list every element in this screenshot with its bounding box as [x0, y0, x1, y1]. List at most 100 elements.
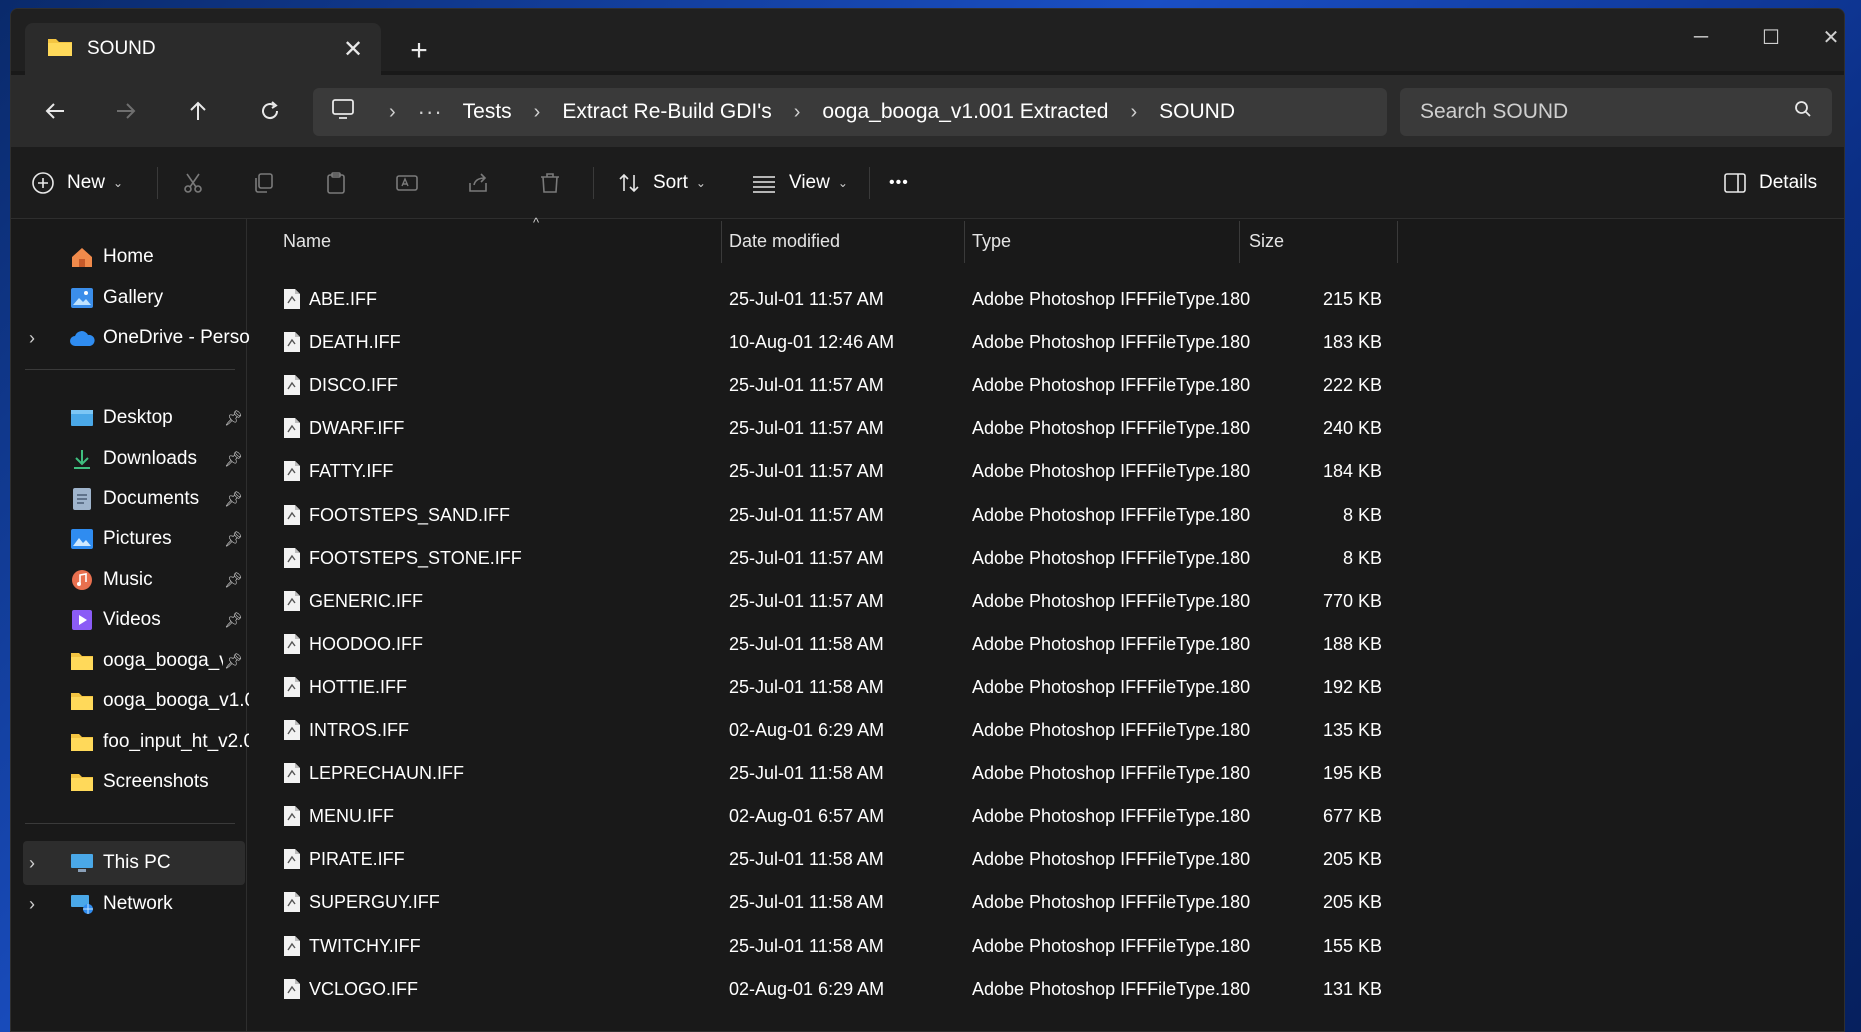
file-row[interactable]: TWITCHY.IFF 25-Jul-01 11:58 AM Adobe Photo… [249, 925, 1409, 968]
pin-icon[interactable]: 📌︎ [224, 571, 243, 589]
pin-icon[interactable]: 📌︎ [224, 490, 243, 508]
breadcrumb-item[interactable]: Tests [463, 100, 512, 124]
sidebar-item-desktop[interactable]: Desktop 📌︎ [23, 396, 245, 440]
music-icon [69, 567, 95, 593]
pin-icon[interactable]: 📌︎ [224, 611, 243, 629]
close-window-button[interactable]: ✕ [1796, 9, 1844, 65]
share-button[interactable] [466, 161, 490, 205]
rename-button[interactable] [395, 161, 419, 205]
search-icon[interactable] [1794, 100, 1812, 124]
file-size: 770 KB [1322, 590, 1382, 611]
file-icon [283, 288, 301, 315]
close-tab-icon[interactable]: ✕ [333, 29, 373, 69]
chevron-right-icon[interactable]: › [29, 894, 35, 915]
sidebar-item-music[interactable]: Music 📌︎ [23, 558, 245, 602]
sidebar-item-screenshots[interactable]: Screenshots [23, 760, 245, 804]
delete-button[interactable] [538, 161, 562, 205]
file-row[interactable]: DISCO.IFF 25-Jul-01 11:57 AM Adobe Photosh… [249, 364, 1409, 407]
back-button[interactable] [33, 89, 77, 133]
chevron-right-icon[interactable]: › [389, 101, 396, 124]
sidebar-item-gallery[interactable]: Gallery [23, 276, 245, 320]
chevron-right-icon[interactable]: › [794, 101, 801, 124]
file-row[interactable]: FATTY.IFF 25-Jul-01 11:57 AM Adobe Photosh… [249, 450, 1409, 493]
file-icon [283, 460, 301, 487]
file-row[interactable]: GENERIC.IFF 25-Jul-01 11:57 AM Adobe Photo… [249, 580, 1409, 623]
sidebar-item-videos[interactable]: Videos 📌︎ [23, 598, 245, 642]
this-pc-icon[interactable] [331, 98, 355, 126]
column-header-name[interactable]: Name ^ [283, 215, 703, 263]
clipboard-icon [327, 172, 345, 194]
file-row[interactable]: HOODOO.IFF 25-Jul-01 11:58 AM Adobe Photos… [249, 623, 1409, 666]
column-header-type[interactable]: Type [972, 219, 1232, 263]
details-pane-button[interactable]: Details [1723, 161, 1817, 205]
chevron-right-icon[interactable]: › [534, 101, 541, 124]
breadcrumb-item-current[interactable]: SOUND [1159, 100, 1235, 124]
column-header-size[interactable]: Size [1249, 219, 1369, 263]
file-row[interactable]: DEATH.IFF 10-Aug-01 12:46 AM Adobe Photosh… [249, 321, 1409, 364]
pin-icon[interactable]: 📌︎ [224, 652, 243, 670]
sidebar-item-documents[interactable]: Documents 📌︎ [23, 477, 245, 521]
pin-icon[interactable]: 📌︎ [224, 409, 243, 427]
pin-icon[interactable]: 📌︎ [224, 530, 243, 548]
file-row[interactable]: DWARF.IFF 25-Jul-01 11:57 AM Adobe Photosh… [249, 407, 1409, 450]
file-row[interactable]: FOOTSTEPS_STONE.IFF 25-Jul-01 11:57 AM Ado… [249, 537, 1409, 580]
file-icon [283, 504, 301, 531]
column-divider[interactable] [964, 221, 965, 263]
file-row[interactable]: MENU.IFF 02-Aug-01 6:57 AM Adobe Photoshop… [249, 795, 1409, 838]
sidebar-item-home[interactable]: Home [23, 235, 245, 279]
refresh-button[interactable] [248, 89, 292, 133]
file-name: VCLOGO.IFF [309, 978, 419, 999]
file-row[interactable]: HOTTIE.IFF 25-Jul-01 11:58 AM Adobe Photos… [249, 666, 1409, 709]
sort-label: Sort [653, 172, 688, 193]
new-button[interactable]: New ⌄ [31, 161, 123, 205]
file-row[interactable]: LEPRECHAUN.IFF 25-Jul-01 11:58 AM Adobe Ph… [249, 752, 1409, 795]
breadcrumb-item[interactable]: Extract Re-Build GDI's [562, 100, 771, 124]
column-divider[interactable] [721, 221, 722, 263]
pin-icon[interactable]: 📌︎ [224, 450, 243, 468]
tab-sound[interactable]: SOUND ✕ [25, 23, 381, 75]
file-date: 25-Jul-01 11:58 AM [729, 935, 884, 956]
search-input[interactable] [1420, 100, 1780, 124]
file-row[interactable]: SUPERGUY.IFF 25-Jul-01 11:58 AM Adobe Phot… [249, 881, 1409, 924]
plus-circle-icon [32, 172, 54, 194]
column-header-date[interactable]: Date modified [729, 219, 959, 263]
address-bar[interactable]: › ··· Tests › Extract Re-Build GDI's › o… [313, 88, 1387, 136]
more-options-button[interactable]: ••• [889, 161, 909, 205]
sidebar-item-onedrive[interactable]: › OneDrive - Persona [23, 316, 249, 360]
file-date: 25-Jul-01 11:57 AM [729, 590, 884, 611]
paste-button[interactable] [324, 161, 348, 205]
chevron-right-icon[interactable]: › [29, 328, 35, 349]
minimize-button[interactable]: ─ [1666, 9, 1736, 65]
forward-button[interactable] [104, 89, 148, 133]
file-icon [283, 633, 301, 660]
file-row[interactable]: PIRATE.IFF 25-Jul-01 11:58 AM Adobe Photos… [249, 838, 1409, 881]
sidebar-item-downloads[interactable]: Downloads 📌︎ [23, 437, 245, 481]
cut-button[interactable] [181, 161, 205, 205]
column-divider[interactable] [1397, 221, 1398, 263]
file-size: 155 KB [1322, 935, 1382, 956]
file-row[interactable]: ABE.IFF 25-Jul-01 11:57 AM Adobe Photoshop… [249, 278, 1409, 321]
copy-button[interactable] [252, 161, 276, 205]
breadcrumb-item[interactable]: ooga_booga_v1.001 Extracted [822, 100, 1108, 124]
sidebar-item-this-pc[interactable]: › This PC [23, 841, 245, 885]
chevron-right-icon[interactable]: › [29, 853, 35, 874]
file-row[interactable]: VCLOGO.IFF 02-Aug-01 6:29 AM Adobe Photosh… [249, 968, 1409, 1011]
up-button[interactable] [176, 89, 220, 133]
file-row[interactable]: FOOTSTEPS_SAND.IFF 25-Jul-01 11:57 AM Adob… [249, 494, 1409, 537]
sidebar-item-folder[interactable]: ooga_booga_v1.00 [23, 679, 249, 723]
column-divider[interactable] [1239, 221, 1240, 263]
sidebar-item-folder[interactable]: foo_input_ht_v2.0.5 [23, 720, 249, 764]
file-size: 192 KB [1322, 676, 1382, 697]
sidebar-item-label: Network [103, 893, 173, 914]
new-tab-button[interactable]: + [399, 31, 439, 71]
view-button[interactable]: View ⌄ [751, 161, 848, 205]
search-box[interactable] [1400, 88, 1832, 136]
file-row[interactable]: INTROS.IFF 02-Aug-01 6:29 AM Adobe Photosh… [249, 709, 1409, 752]
file-name: FATTY.IFF [309, 461, 394, 482]
chevron-right-icon[interactable]: › [1131, 101, 1138, 124]
sidebar-item-network[interactable]: › Network [23, 882, 245, 926]
sidebar-item-pictures[interactable]: Pictures 📌︎ [23, 517, 245, 561]
sort-button[interactable]: Sort ⌄ [617, 161, 706, 205]
sidebar-item-folder[interactable]: ooga_booga_v1. 📌︎ [23, 639, 245, 683]
breadcrumb-overflow[interactable]: ··· [418, 99, 443, 125]
